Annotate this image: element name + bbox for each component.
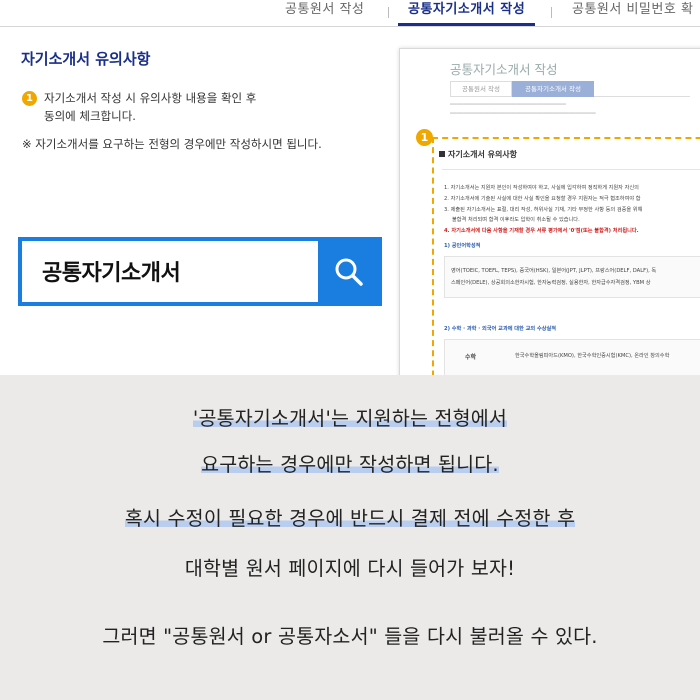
doc-item: 1. 자기소개서는 지원자 본인이 작성하여야 하고, 사실에 입각하여 정직하… xyxy=(444,185,639,191)
doc-item-warning: 4. 자기소개서에 다음 사항을 기재할 경우 서류 평가에서 '0'점(또는 … xyxy=(444,228,639,234)
doc-title: 공통자기소개서 작성 xyxy=(450,62,558,77)
tab-common-application[interactable]: 공통원서 작성 xyxy=(285,0,364,26)
document-preview: 공통자기소개서 작성 공통원서 작성 공통자기소개서 작성 ━━━━━━━━━━… xyxy=(399,48,700,375)
doc-tab-self-intro: 공통자기소개서 작성 xyxy=(512,81,594,97)
caption-line-3: 혹시 수정이 필요한 경우에 반드시 결제 전에 수정한 후 xyxy=(124,507,576,530)
tab-bar: 공통원서 작성 공통자기소개서 작성 공통원서 비밀번호 확 xyxy=(0,0,700,27)
doc-step-badge: 1 xyxy=(416,129,433,146)
tab-application-password[interactable]: 공통원서 비밀번호 확 xyxy=(572,0,693,26)
caption-line-4: 대학별 원서 페이지에 다시 들어가 보자! xyxy=(184,557,516,580)
doc-table-value: 한국수학올림피아드(KMO), 한국수학인증시험(KMC), 온라인 창의수학 xyxy=(515,353,670,359)
doc-faint-line: ━━━━━━━━━━━━━━━━━━━━━━━━━━━━━━━━━━━━━━━━… xyxy=(450,111,596,117)
tab-divider xyxy=(551,7,552,18)
caption-line-1: '공통자기소개서'는 지원하는 전형에서 xyxy=(192,407,508,430)
doc-subheading: 2) 수학 · 과학 · 외국어 교과에 대한 교외 수상실적 xyxy=(444,326,557,332)
tab-divider xyxy=(388,7,389,18)
doc-section-title: 자기소개서 유의사항 xyxy=(439,149,517,160)
doc-language-box: 영어(TOEIC, TOEFL, TEPS), 중국어(HSK), 일본어(JP… xyxy=(444,256,700,298)
doc-item: 2. 자기소개서에 기술된 사실에 대한 사실 확인을 요청할 경우 지원자는 … xyxy=(444,196,641,202)
doc-faint-line: ━━━━━━━━━━━━━━━━━━━━━━━━━━━━━━━━━━━ xyxy=(450,102,566,108)
search-bar: 공통자기소개서 xyxy=(18,237,382,306)
doc-language-list: 스페인어(DELE), 상공회의소한자시험, 한자능력검정, 실용한자, 한자급… xyxy=(451,280,651,286)
caption-line-5: 그러면 "공통원서 or 공통자소서" 들을 다시 불러올 수 있다. xyxy=(102,625,598,648)
notice-title: 자기소개서 유의사항 xyxy=(21,50,151,68)
doc-tab-application: 공통원서 작성 xyxy=(450,81,512,97)
notice-line-2: 동의에 체크합니다. xyxy=(44,109,136,123)
search-query: 공통자기소개서 xyxy=(42,261,181,286)
highlight-frame: 자기소개서 유의사항 1. 자기소개서는 지원자 본인이 작성하여야 하고, 사… xyxy=(432,137,700,375)
doc-table-label: 수학 xyxy=(465,354,477,361)
notice-line-1: 자기소개서 작성 시 유의사항 내용을 확인 후 xyxy=(44,91,257,105)
screenshot-panel: 공통원서 작성 공통자기소개서 작성 공통원서 비밀번호 확 자기소개서 유의사… xyxy=(0,0,700,375)
doc-tab-bar: 공통원서 작성 공통자기소개서 작성 xyxy=(450,81,690,97)
doc-subheading: 1) 공인어학성적 xyxy=(444,243,481,249)
search-icon xyxy=(335,258,363,286)
doc-language-list: 영어(TOEIC, TOEFL, TEPS), 중국어(HSK), 일본어(JP… xyxy=(451,268,657,274)
doc-award-table: 수학 한국수학올림피아드(KMO), 한국수학인증시험(KMC), 온라인 창의… xyxy=(444,339,700,375)
caption-line-2: 요구하는 경우에만 작성하면 됩니다. xyxy=(201,453,499,476)
search-button[interactable] xyxy=(318,241,378,302)
notice-note: ※ 자기소개서를 요구하는 전형의 경우에만 작성하시면 됩니다. xyxy=(22,137,322,151)
caption-panel: '공통자기소개서'는 지원하는 전형에서 요구하는 경우에만 작성하면 됩니다.… xyxy=(0,375,700,700)
step-badge: 1 xyxy=(22,91,37,106)
search-input[interactable]: 공통자기소개서 xyxy=(22,241,318,302)
tab-common-self-intro[interactable]: 공통자기소개서 작성 xyxy=(397,0,536,26)
divider xyxy=(442,169,700,170)
doc-item: 3. 제출된 자기소개서는 표절, 대리 작성, 허위사실 기재, 기타 부정한… xyxy=(444,207,643,213)
doc-item: 불합격 처리되며 합격 이후라도 입학이 취소될 수 있습니다. xyxy=(452,217,580,223)
